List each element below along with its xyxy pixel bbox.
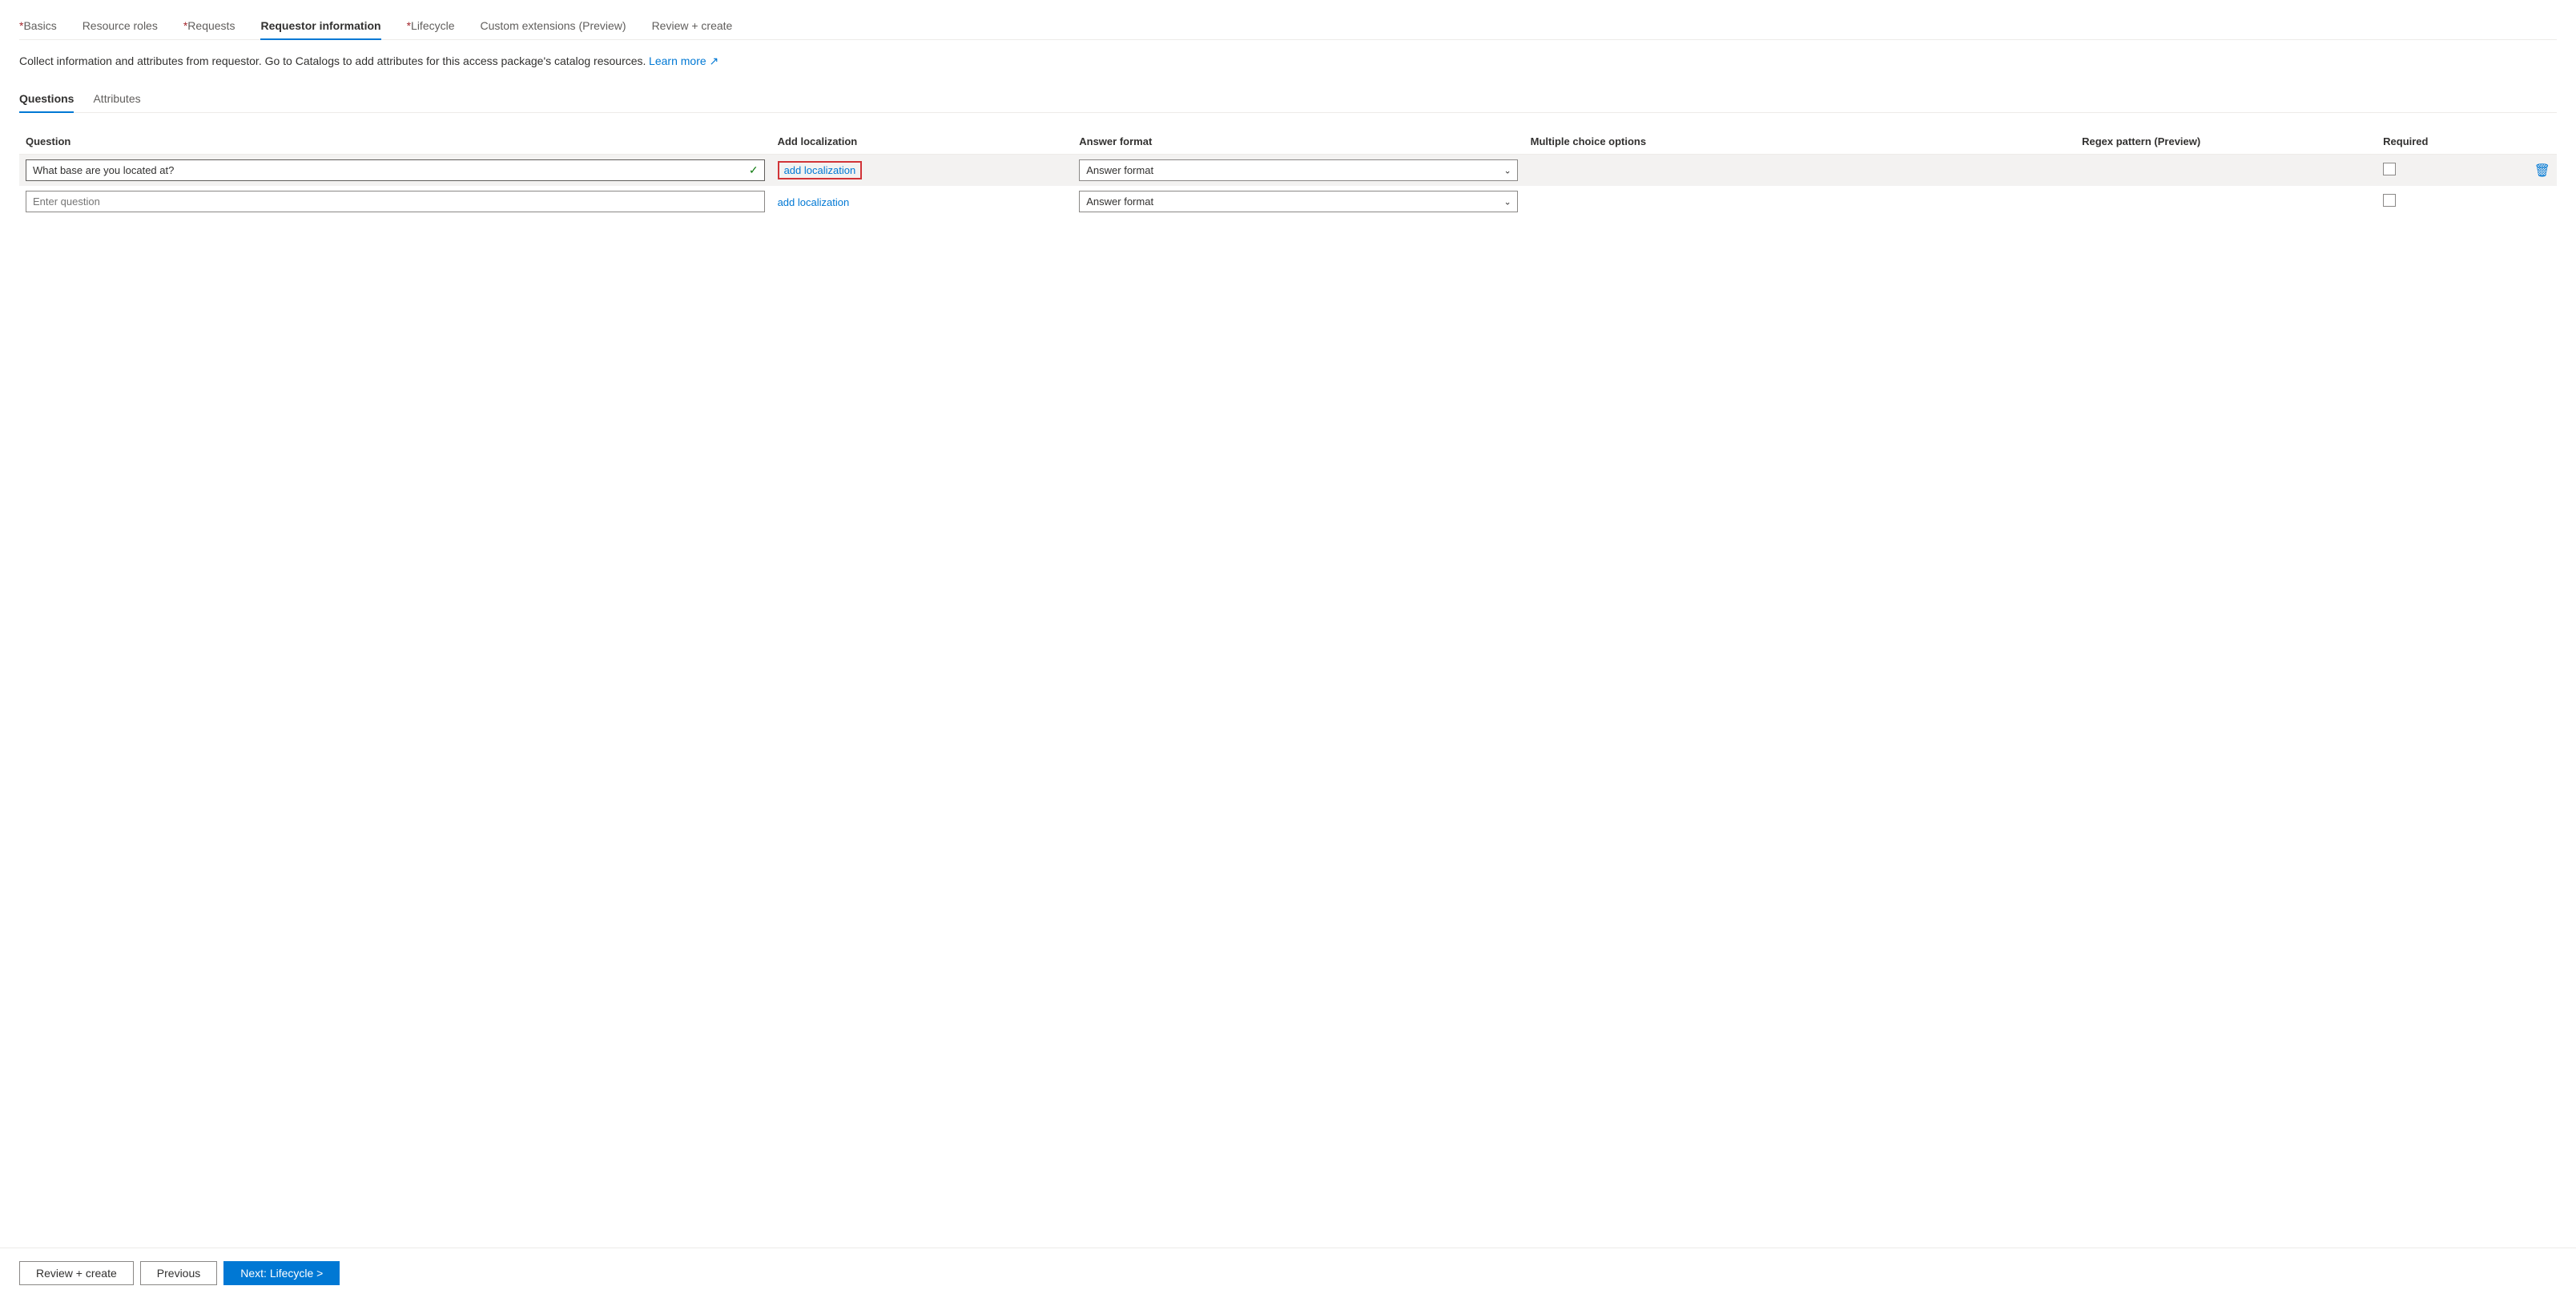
answer-format-select-2[interactable]: Answer format Short text Long text Multi… <box>1079 191 1517 212</box>
multiple-choice-cell-1 <box>1524 155 2075 187</box>
tab-custom-extensions[interactable]: Custom extensions (Preview) <box>481 13 626 40</box>
action-cell-2 <box>2528 186 2557 217</box>
action-cell-1: 🗑 <box>2528 155 2557 187</box>
add-localization-highlighted-button[interactable]: add localization <box>778 161 863 179</box>
sub-tab-questions[interactable]: Questions <box>19 86 74 113</box>
next-lifecycle-button[interactable]: Next: Lifecycle > <box>223 1261 340 1285</box>
review-create-button[interactable]: Review + create <box>19 1261 134 1285</box>
question-input-wrapper-2 <box>26 191 765 212</box>
sub-tab-attributes[interactable]: Attributes <box>93 86 140 113</box>
required-cell-1 <box>2377 155 2527 187</box>
multiple-choice-cell-2 <box>1524 186 2075 217</box>
col-header-required: Required <box>2377 129 2527 155</box>
col-header-multiple-choice: Multiple choice options <box>1524 129 2075 155</box>
footer: Review + create Previous Next: Lifecycle… <box>0 1248 2576 1298</box>
table-row: add localization Answer format Short tex… <box>19 186 2557 217</box>
col-header-localization: Add localization <box>771 129 1073 155</box>
required-cell-2 <box>2377 186 2527 217</box>
table-row: ✓ add localization Answer format Short t… <box>19 155 2557 187</box>
answer-format-cell-2: Answer format Short text Long text Multi… <box>1073 186 1523 217</box>
localization-cell-1: add localization <box>771 155 1073 187</box>
col-header-question: Question <box>19 129 771 155</box>
learn-more-link[interactable]: Learn more ↗ <box>649 54 718 67</box>
answer-format-wrapper-1: Answer format Short text Long text Multi… <box>1079 159 1517 181</box>
col-header-regex: Regex pattern (Preview) <box>2075 129 2377 155</box>
sub-tab-group: Questions Attributes <box>19 86 2557 113</box>
check-icon: ✓ <box>749 163 759 177</box>
delete-icon[interactable]: 🗑 <box>2534 164 2550 178</box>
required-checkbox-2[interactable] <box>2383 194 2396 207</box>
question-input-2[interactable] <box>26 191 765 212</box>
tab-requestor-information[interactable]: Requestor information <box>260 13 380 40</box>
main-nav: *Basics Resource roles *Requests Request… <box>19 13 2557 40</box>
required-checkbox-1[interactable] <box>2383 163 2396 175</box>
tab-lifecycle[interactable]: *Lifecycle <box>407 13 455 40</box>
tab-basics[interactable]: *Basics <box>19 13 57 40</box>
tab-resource-roles[interactable]: Resource roles <box>83 13 158 40</box>
question-cell-1: ✓ <box>19 155 771 187</box>
add-localization-link-2[interactable]: add localization <box>778 196 850 208</box>
question-input-wrapper-1: ✓ <box>26 159 765 181</box>
tab-requests[interactable]: *Requests <box>183 13 235 40</box>
answer-format-cell-1: Answer format Short text Long text Multi… <box>1073 155 1523 187</box>
regex-cell-1 <box>2075 155 2377 187</box>
regex-cell-2 <box>2075 186 2377 217</box>
question-cell-2 <box>19 186 771 217</box>
col-header-answer-format: Answer format <box>1073 129 1523 155</box>
previous-button[interactable]: Previous <box>140 1261 217 1285</box>
col-header-action <box>2528 129 2557 155</box>
localization-cell-2: add localization <box>771 186 1073 217</box>
answer-format-select-1[interactable]: Answer format Short text Long text Multi… <box>1079 159 1517 181</box>
page-description: Collect information and attributes from … <box>19 53 2557 70</box>
answer-format-wrapper-2: Answer format Short text Long text Multi… <box>1079 191 1517 212</box>
tab-review-create-nav[interactable]: Review + create <box>652 13 733 40</box>
questions-table: Question Add localization Answer format … <box>19 129 2557 217</box>
question-input-1[interactable] <box>26 159 765 181</box>
